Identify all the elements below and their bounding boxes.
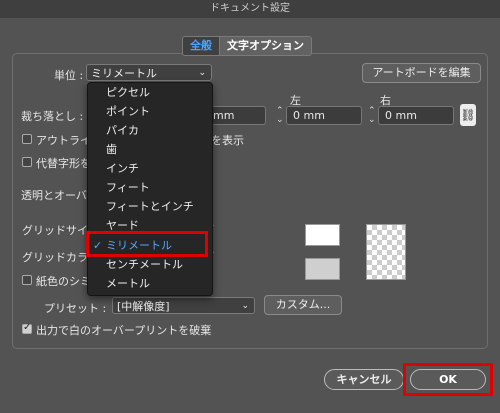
preset-label: プリセット : (44, 302, 107, 315)
dropdown-item[interactable]: 歯 (88, 140, 212, 159)
custom-preset-button[interactable]: カスタム... (264, 295, 342, 315)
dropdown-item[interactable]: フィートとインチ (88, 197, 212, 216)
bleed-right-field[interactable]: 0 mm (378, 106, 454, 125)
grid-color-swatch-bottom[interactable] (305, 258, 340, 280)
substitute-glyph-checkbox[interactable] (22, 157, 32, 167)
dropdown-item[interactable]: ポイント (88, 102, 212, 121)
window-title: ドキュメント設定 (0, 0, 500, 18)
dropdown-item-label: 歯 (106, 143, 117, 156)
dropdown-item-label: ピクセル (106, 86, 150, 99)
dropdown-item[interactable]: センチメートル (88, 255, 212, 274)
dropdown-item[interactable]: インチ (88, 159, 212, 178)
bleed-right-stepper-icon[interactable]: ⌃ ⌄ (368, 107, 376, 125)
edit-artboard-button[interactable]: アートボードを編集 (362, 63, 481, 83)
dropdown-item-label: パイカ (106, 124, 139, 137)
dropdown-item-label: メートル (106, 277, 150, 290)
grid-size-label: グリッドサイ (22, 224, 88, 237)
tab-general[interactable]: 全般 (182, 36, 220, 56)
grid-color-label: グリッドカラ (22, 251, 88, 264)
dropdown-item[interactable]: メートル (88, 274, 212, 293)
transparency-section-label: 透明とオーバ (21, 189, 87, 202)
bleed-left-value: 0 mm (293, 109, 325, 122)
outline-checkbox[interactable] (22, 134, 32, 144)
dropdown-item-label: センチメートル (106, 258, 183, 271)
transparency-grid-preview (366, 224, 406, 280)
dropdown-item-label: フィート (106, 181, 150, 194)
dropdown-item-label: インチ (106, 162, 139, 175)
ok-button[interactable]: OK (410, 369, 486, 390)
simulate-paper-checkbox[interactable] (22, 275, 32, 285)
preset-select-value: [中解像度] (117, 300, 170, 313)
outline-label-suffix: を表示 (211, 134, 244, 147)
preset-select[interactable]: [中解像度] ⌄ (112, 297, 255, 314)
substitute-glyph-label: 代替字形を (36, 157, 91, 170)
bleed-top-value: mm (213, 109, 235, 122)
dropdown-item[interactable]: ピクセル (88, 83, 212, 102)
dropdown-item[interactable]: パイカ (88, 121, 212, 140)
tab-bar: 全般 文字オプション (182, 36, 312, 56)
highlight-selected-unit (86, 231, 208, 257)
units-select-value: ミリメートル (91, 67, 157, 80)
bleed-top-field[interactable]: mm (206, 106, 266, 125)
bleed-left-stepper-icon[interactable]: ⌃ ⌄ (276, 107, 284, 125)
link-icon[interactable]: ⛓ (460, 104, 476, 126)
bleed-left-field[interactable]: 0 mm (286, 106, 362, 125)
simulate-paper-label: 紙色のシミ (36, 275, 91, 288)
tab-text-options[interactable]: 文字オプション (220, 36, 312, 56)
grid-color-swatch-top[interactable] (305, 224, 340, 246)
chevron-down-icon: ⌄ (241, 301, 249, 311)
units-label: 単位 : (54, 69, 84, 82)
bleed-label: 裁ち落とし : (21, 110, 84, 123)
dropdown-item[interactable]: フィート (88, 178, 212, 197)
cancel-button[interactable]: キャンセル (324, 369, 404, 390)
discard-overprint-label: 出力で白のオーバープリントを破棄 (36, 324, 212, 337)
bleed-right-value: 0 mm (385, 109, 417, 122)
units-select[interactable]: ミリメートル ⌄ (86, 64, 212, 81)
dropdown-item-label: ポイント (106, 105, 150, 118)
dropdown-item-label: フィートとインチ (106, 200, 194, 213)
discard-overprint-checkbox[interactable] (22, 322, 32, 334)
outline-label: アウトライ (36, 134, 91, 147)
chevron-down-icon: ⌄ (198, 68, 206, 78)
